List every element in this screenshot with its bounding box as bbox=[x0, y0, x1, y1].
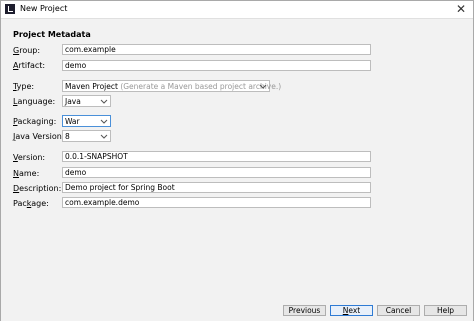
group-label-text: roup: bbox=[19, 46, 41, 55]
help-button[interactable]: Help bbox=[424, 305, 467, 316]
artifact-value: demo bbox=[65, 61, 87, 70]
intellij-app-icon bbox=[5, 4, 15, 14]
previous-button[interactable]: Previous bbox=[283, 305, 326, 316]
language-label: Language: bbox=[13, 97, 55, 107]
package-value: com.example.demo bbox=[65, 198, 140, 207]
type-label-text: ype: bbox=[16, 82, 35, 91]
package-label: Package: bbox=[13, 199, 49, 209]
java-version-select[interactable]: 8 bbox=[62, 130, 111, 142]
packaging-label: Packaging: bbox=[13, 117, 56, 127]
package-label-text: age: bbox=[31, 199, 49, 208]
description-label: Description: bbox=[13, 184, 61, 194]
type-value: Maven Project bbox=[65, 82, 118, 91]
package-label-prefix: Pac bbox=[13, 199, 27, 208]
java-version-label: Java Version: bbox=[13, 132, 65, 142]
close-icon[interactable]: ✕ bbox=[449, 1, 473, 18]
chevron-down-icon bbox=[259, 84, 267, 89]
artifact-label-text: rtifact: bbox=[18, 61, 46, 70]
version-label: Version: bbox=[13, 153, 45, 163]
package-input[interactable]: com.example.demo bbox=[62, 197, 371, 208]
type-label: Type: bbox=[13, 82, 34, 92]
packaging-select[interactable]: War bbox=[62, 115, 111, 127]
language-label-text: anguage: bbox=[17, 97, 56, 106]
packaging-value: War bbox=[65, 117, 80, 126]
name-value: demo bbox=[65, 168, 87, 177]
chevron-down-icon bbox=[100, 134, 108, 139]
window-title: New Project bbox=[20, 4, 68, 13]
title-bar: New Project ✕ bbox=[1, 1, 473, 18]
next-button[interactable]: Next bbox=[330, 305, 373, 316]
type-select[interactable]: Maven Project (Generate a Maven based pr… bbox=[62, 80, 281, 92]
java-version-value: 8 bbox=[65, 132, 70, 141]
name-label: Name: bbox=[13, 169, 39, 179]
chevron-down-icon bbox=[100, 119, 108, 124]
type-select-value: Maven Project (Generate a Maven based pr… bbox=[65, 82, 281, 91]
description-label-text: escription: bbox=[19, 184, 62, 193]
language-value: Java bbox=[65, 97, 81, 106]
name-input[interactable]: demo bbox=[62, 167, 371, 178]
next-button-text: ext bbox=[348, 306, 361, 315]
java-version-label-text: ava Version: bbox=[15, 132, 65, 141]
new-project-dialog: New Project ✕ Project Metadata Group: co… bbox=[0, 0, 474, 321]
version-input[interactable]: 0.0.1-SNAPSHOT bbox=[62, 151, 371, 162]
description-value: Demo project for Spring Boot bbox=[65, 183, 175, 192]
type-hint: (Generate a Maven based project archive.… bbox=[120, 82, 282, 91]
language-select[interactable]: Java bbox=[62, 95, 111, 107]
version-label-text: ersion: bbox=[17, 153, 46, 162]
section-heading: Project Metadata bbox=[13, 30, 91, 39]
artifact-input[interactable]: demo bbox=[62, 60, 371, 71]
group-input[interactable]: com.example bbox=[62, 44, 371, 55]
group-value: com.example bbox=[65, 45, 116, 54]
cancel-button[interactable]: Cancel bbox=[377, 305, 420, 316]
group-label: Group: bbox=[13, 46, 40, 56]
dialog-content: Project Metadata Group: com.example Arti… bbox=[1, 18, 473, 321]
description-input[interactable]: Demo project for Spring Boot bbox=[62, 182, 371, 193]
version-value: 0.0.1-SNAPSHOT bbox=[65, 152, 128, 161]
name-label-text: ame: bbox=[18, 169, 40, 178]
chevron-down-icon bbox=[100, 99, 108, 104]
artifact-label: Artifact: bbox=[13, 61, 45, 71]
packaging-label-text: ackaging: bbox=[17, 117, 57, 126]
